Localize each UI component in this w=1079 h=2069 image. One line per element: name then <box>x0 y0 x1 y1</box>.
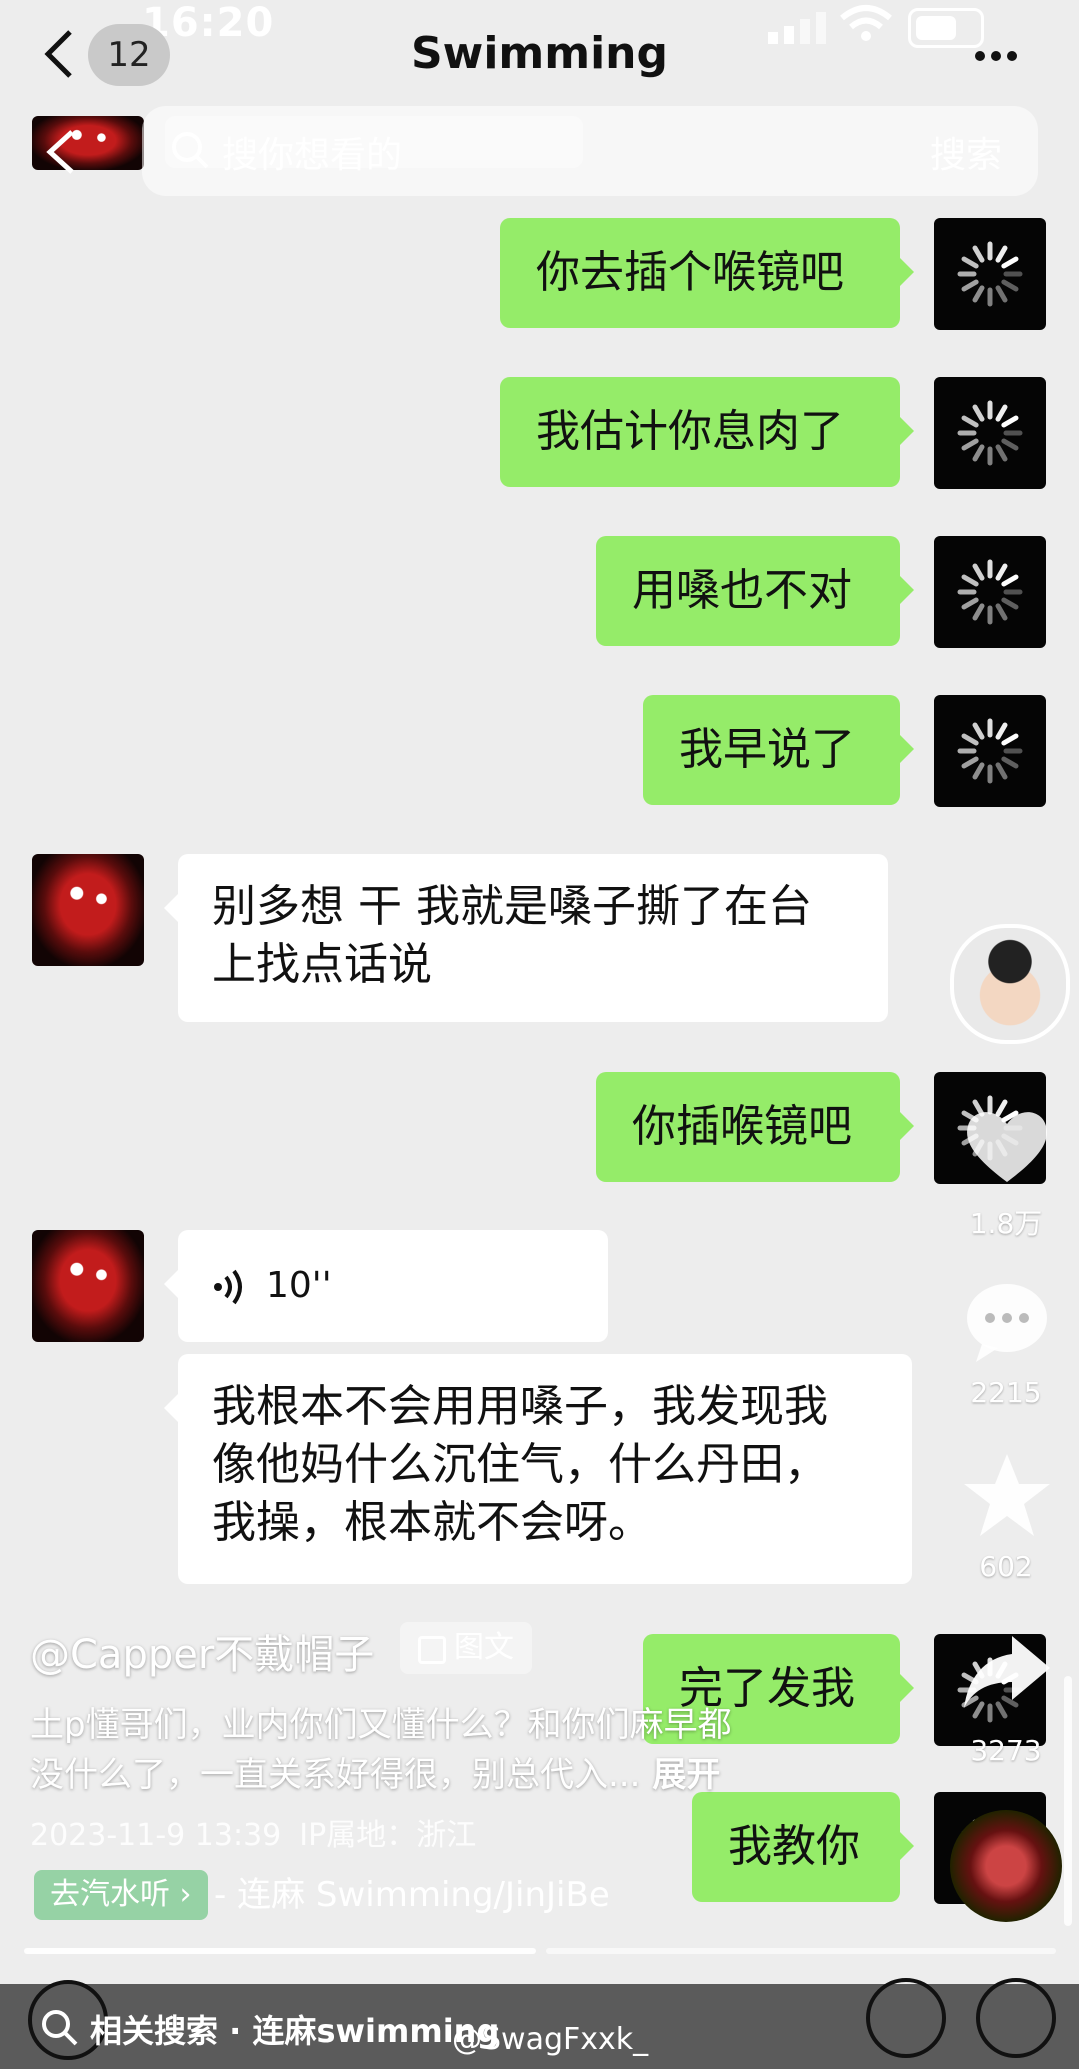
loading-spinner-icon <box>957 559 1023 625</box>
message-line: 上找点话说 <box>212 939 432 990</box>
overlay-back-icon[interactable] <box>44 128 78 176</box>
post-ip-location: IP属地：浙江 <box>299 1818 477 1853</box>
search-button[interactable]: 搜索 <box>930 126 1002 178</box>
message-bubble-sent[interactable]: 我估计你息肉了 <box>500 377 914 487</box>
loading-spinner-icon <box>957 400 1023 466</box>
music-tag-label: 去汽水听 <box>50 1877 170 1912</box>
image-text-icon <box>418 1636 446 1664</box>
message-bubble-sent[interactable]: 我教你 <box>692 1792 914 1902</box>
related-search-text[interactable]: 相关搜索 · 连麻swimming <box>90 2006 499 2052</box>
comment-count: 2215 <box>970 1376 1042 1409</box>
expand-link[interactable]: 展开 <box>652 1755 720 1795</box>
contact-avatar[interactable] <box>32 1230 144 1342</box>
music-listen-tag[interactable]: 去汽水听 › <box>34 1870 208 1920</box>
contact-avatar[interactable] <box>32 854 144 966</box>
voice-wave-icon <box>214 1269 242 1305</box>
comment-icon[interactable] <box>962 1280 1052 1364</box>
loading-spinner-icon <box>957 241 1023 307</box>
watermark: @SwagFxxk_ <box>452 2022 649 2057</box>
message-bubble-received[interactable]: 我根本不会用用嗓子，我发现我 像他妈什么沉住气，什么丹田， 我操，根本就不会呀。 <box>164 1354 912 1584</box>
creator-avatar[interactable] <box>950 924 1070 1044</box>
music-disc-avatar[interactable] <box>950 1810 1062 1922</box>
message-line: 我根本不会用用嗓子，我发现我 <box>212 1381 828 1432</box>
carousel-progress-active <box>24 1948 536 1954</box>
my-avatar[interactable] <box>934 536 1046 648</box>
like-heart-icon[interactable] <box>962 1104 1052 1188</box>
caption-line: 土p懂哥们，业内你们又懂什么？和你们麻早都 <box>30 1705 732 1745</box>
message-bubble-received[interactable]: 别多想 干 我就是嗓子撕了在台 上找点话说 <box>164 854 888 1022</box>
voice-message-bubble[interactable]: 10'' <box>164 1230 608 1342</box>
message-line: 别多想 干 我就是嗓子撕了在台 <box>212 881 812 932</box>
favorite-count: 602 <box>979 1550 1033 1583</box>
caption-line: 没什么了，一直关系好得很，别总代入... <box>30 1755 641 1795</box>
carousel-progress-next <box>546 1948 1056 1954</box>
message-line: 像他妈什么沉住气，什么丹田， <box>212 1439 828 1490</box>
share-arrow-icon[interactable] <box>962 1632 1052 1712</box>
my-avatar[interactable] <box>934 377 1046 489</box>
post-caption: 土p懂哥们，业内你们又懂什么？和你们麻早都 没什么了，一直关系好得很，别总代入.… <box>30 1700 860 1800</box>
post-meta: 2023-11-9 13:39 IP属地：浙江 <box>30 1810 476 1854</box>
my-avatar[interactable] <box>934 218 1046 330</box>
message-bubble-sent[interactable]: 你去插个喉镜吧 <box>500 218 914 328</box>
related-search-icon <box>42 2010 78 2046</box>
post-date: 2023-11-9 13:39 <box>30 1818 282 1853</box>
share-count: 3273 <box>970 1734 1042 1767</box>
like-count: 1.8万 <box>969 1207 1043 1240</box>
loading-spinner-icon <box>957 718 1023 784</box>
post-author[interactable]: @Capper不戴帽子 <box>30 1622 374 1680</box>
favorite-star-icon[interactable] <box>962 1452 1052 1538</box>
search-placeholder[interactable]: 搜你想看的 <box>222 126 402 178</box>
message-line: 我操，根本就不会呀。 <box>212 1497 652 1548</box>
music-title[interactable]: - 连麻 Swimming/JinJiBe <box>214 1870 634 1920</box>
message-bubble-sent[interactable]: 你插喉镜吧 <box>596 1072 914 1182</box>
chat-title: Swimming <box>410 28 669 79</box>
more-options-icon[interactable] <box>975 46 1023 65</box>
message-bubble-sent[interactable]: 我早说了 <box>643 695 914 805</box>
plus-icon[interactable] <box>976 1978 1056 2058</box>
message-bubble-sent[interactable]: 用嗓也不对 <box>596 536 914 646</box>
my-avatar[interactable] <box>934 695 1046 807</box>
scrollbar[interactable] <box>1064 1676 1072 1926</box>
voice-duration: 10'' <box>266 1265 332 1306</box>
emoji-icon[interactable] <box>866 1978 946 2058</box>
search-icon <box>172 132 209 169</box>
